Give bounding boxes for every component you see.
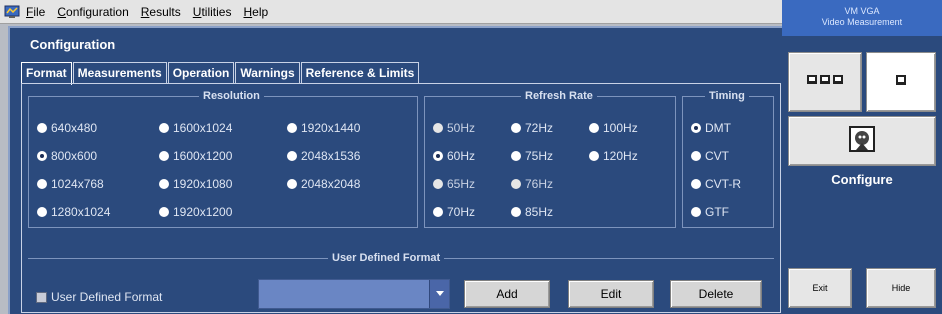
- side-panel-header: VM VGA Video Measurement: [782, 0, 942, 36]
- radio-icon: [433, 207, 443, 217]
- radio-selected-icon: [691, 123, 701, 133]
- configure-button[interactable]: [788, 116, 936, 166]
- radio-icon: [159, 151, 169, 161]
- menu-file[interactable]: File: [26, 5, 45, 19]
- resolution-option-1600x1200[interactable]: 1600x1200: [159, 149, 232, 163]
- user-defined-format-dropdown[interactable]: [258, 279, 450, 309]
- multi-display-icon: [807, 73, 843, 92]
- configuration-panel: Configuration Format Measurements Operat…: [8, 26, 782, 314]
- tab-format[interactable]: Format: [21, 62, 72, 85]
- timing-option-cvt[interactable]: CVT: [691, 149, 729, 163]
- radio-icon: [433, 123, 443, 133]
- edit-button[interactable]: Edit: [568, 280, 654, 308]
- refresh-option-50hz[interactable]: 50Hz: [433, 121, 475, 135]
- radio-icon: [511, 207, 521, 217]
- menu-bar: File Configuration Results Utilities Hel…: [0, 0, 782, 24]
- side-title: VM VGA: [844, 6, 880, 16]
- radio-icon: [589, 123, 599, 133]
- radio-icon: [37, 123, 47, 133]
- radio-icon: [37, 207, 47, 217]
- resolution-option-2048x2048[interactable]: 2048x2048: [287, 177, 360, 191]
- refresh-option-75hz[interactable]: 75Hz: [511, 149, 553, 163]
- refresh-option-70hz[interactable]: 70Hz: [433, 205, 475, 219]
- menu-configuration[interactable]: Configuration: [57, 5, 128, 19]
- exit-button[interactable]: Exit: [788, 268, 852, 308]
- checkbox-icon: [36, 291, 47, 303]
- radio-icon: [511, 123, 521, 133]
- radio-icon: [159, 179, 169, 189]
- radio-icon: [691, 151, 701, 161]
- configure-label: Configure: [831, 172, 893, 187]
- timing-option-gtf[interactable]: GTF: [691, 205, 729, 219]
- refresh-option-100hz[interactable]: 100Hz: [589, 121, 638, 135]
- radio-icon: [287, 123, 297, 133]
- tab-measurements[interactable]: Measurements: [72, 62, 167, 84]
- resolution-option-1920x1080[interactable]: 1920x1080: [159, 177, 232, 191]
- resolution-option-1600x1024[interactable]: 1600x1024: [159, 121, 232, 135]
- radio-selected-icon: [433, 151, 443, 161]
- multi-view-button[interactable]: [788, 52, 862, 112]
- refresh-option-60hz[interactable]: 60Hz: [433, 149, 475, 163]
- radio-icon: [287, 151, 297, 161]
- format-tab-content: Resolution 640x480 1600x1024 1920x1440 8…: [21, 83, 781, 313]
- delete-button[interactable]: Delete: [670, 280, 762, 308]
- hide-button[interactable]: Hide: [866, 268, 936, 308]
- user-defined-format-title: User Defined Format: [328, 251, 445, 265]
- single-display-icon: [895, 73, 907, 91]
- tab-warnings[interactable]: Warnings: [235, 62, 300, 84]
- resolution-option-800x600[interactable]: 800x600: [37, 149, 97, 163]
- menu-help[interactable]: Help: [243, 5, 268, 19]
- resolution-group: Resolution 640x480 1600x1024 1920x1440 8…: [28, 89, 418, 228]
- refresh-option-65hz[interactable]: 65Hz: [433, 177, 475, 191]
- radio-icon: [589, 151, 599, 161]
- resolution-option-1920x1200[interactable]: 1920x1200: [159, 205, 232, 219]
- menu-results[interactable]: Results: [141, 5, 181, 19]
- refresh-option-85hz[interactable]: 85Hz: [511, 205, 553, 219]
- side-subtitle: Video Measurement: [821, 17, 903, 27]
- refresh-rate-group-title: Refresh Rate: [521, 89, 597, 103]
- tab-operation[interactable]: Operation: [167, 62, 235, 84]
- timing-option-dmt[interactable]: DMT: [691, 121, 731, 135]
- side-panel: VM VGA Video Measurement Configure Exit …: [782, 0, 942, 314]
- radio-icon: [691, 207, 701, 217]
- resolution-option-1280x1024[interactable]: 1280x1024: [37, 205, 110, 219]
- monitor-face-icon: [849, 125, 875, 157]
- tab-reference-limits[interactable]: Reference & Limits: [300, 62, 420, 84]
- user-defined-format-checkbox[interactable]: User Defined Format: [36, 290, 162, 304]
- radio-icon: [159, 123, 169, 133]
- chevron-down-icon[interactable]: [429, 280, 449, 308]
- timing-group: Timing DMT CVT CVT-R GTF: [682, 89, 774, 228]
- resolution-option-1920x1440[interactable]: 1920x1440: [287, 121, 360, 135]
- single-view-button[interactable]: [866, 52, 936, 112]
- radio-icon: [433, 179, 443, 189]
- resolution-option-640x480[interactable]: 640x480: [37, 121, 97, 135]
- radio-icon: [287, 179, 297, 189]
- radio-icon: [37, 179, 47, 189]
- radio-icon: [511, 179, 521, 189]
- refresh-rate-group: Refresh Rate 50Hz 72Hz 100Hz 60Hz 75Hz 1…: [424, 89, 676, 228]
- menu-utilities[interactable]: Utilities: [193, 5, 232, 19]
- tab-bar: Format Measurements Operation Warnings R…: [21, 62, 420, 85]
- refresh-option-72hz[interactable]: 72Hz: [511, 121, 553, 135]
- timing-option-cvt-r[interactable]: CVT-R: [691, 177, 741, 191]
- radio-icon: [691, 179, 701, 189]
- resolution-group-title: Resolution: [199, 89, 264, 103]
- app-icon[interactable]: [4, 4, 20, 20]
- refresh-option-120hz[interactable]: 120Hz: [589, 149, 638, 163]
- radio-selected-icon: [37, 151, 47, 161]
- refresh-option-76hz[interactable]: 76Hz: [511, 177, 553, 191]
- radio-icon: [159, 207, 169, 217]
- timing-group-title: Timing: [705, 89, 749, 103]
- radio-icon: [511, 151, 521, 161]
- page-title: Configuration: [30, 37, 116, 52]
- application-window: File Configuration Results Utilities Hel…: [0, 0, 782, 314]
- add-button[interactable]: Add: [464, 280, 550, 308]
- resolution-option-1024x768[interactable]: 1024x768: [37, 177, 104, 191]
- resolution-option-2048x1536[interactable]: 2048x1536: [287, 149, 360, 163]
